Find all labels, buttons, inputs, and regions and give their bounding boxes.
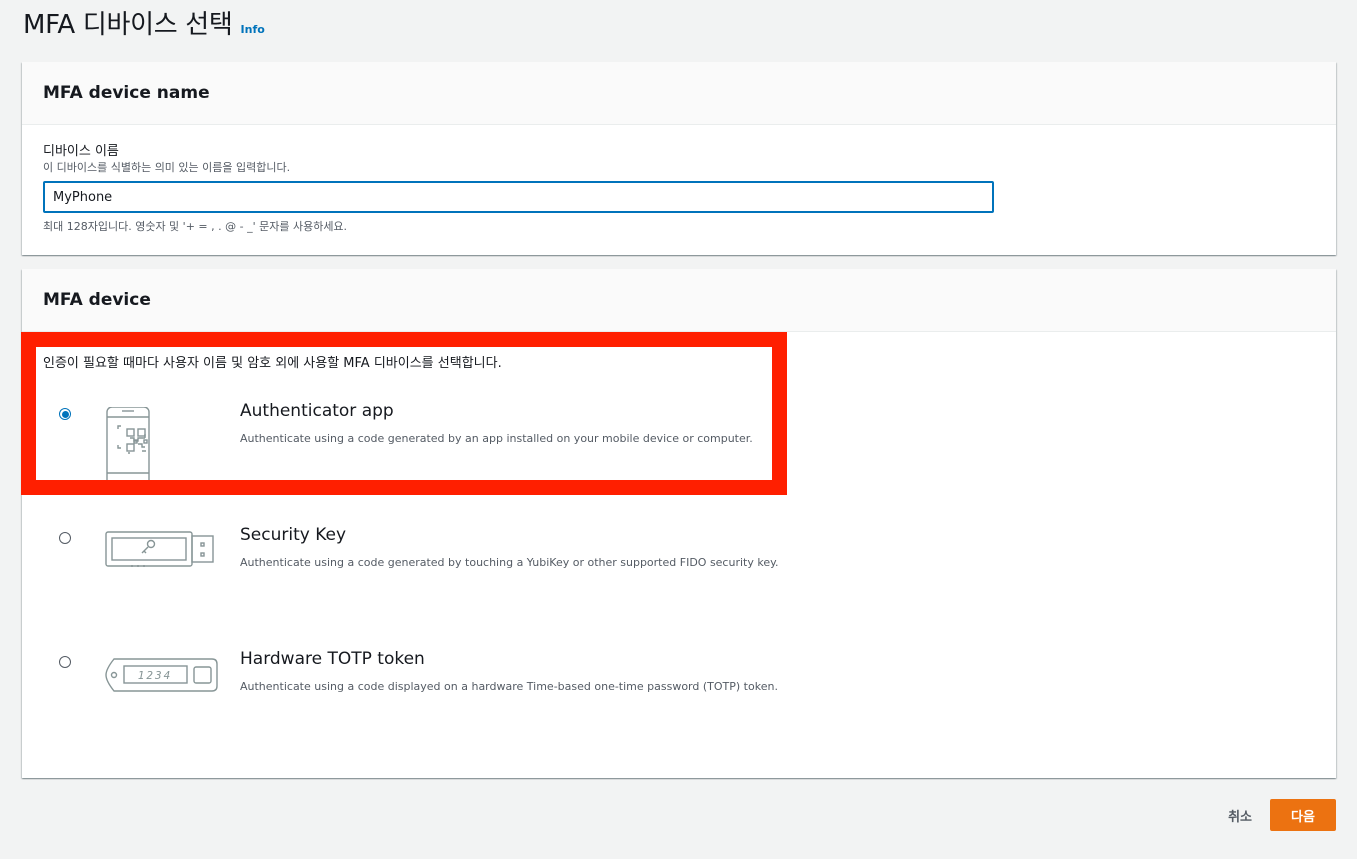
- option-authenticator-app[interactable]: Authenticator app Authenticate using a c…: [22, 401, 1336, 517]
- device-name-constraint: 최대 128자입니다. 영숫자 및 '+ = , . @ - _' 문자를 사용…: [43, 220, 348, 233]
- mfa-device-panel: MFA device 인증이 필요할 때마다 사용자 이름 및 암호 외에 사용…: [22, 269, 1336, 778]
- cancel-button[interactable]: 취소: [1210, 799, 1270, 831]
- panel-title: MFA device: [43, 290, 151, 310]
- mfa-device-name-panel: MFA device name 디바이스 이름 이 디바이스를 식별하는 의미 …: [22, 62, 1336, 255]
- radio-authenticator-app[interactable]: [59, 408, 71, 420]
- panel-header: MFA device name: [22, 62, 1336, 125]
- device-name-label: 디바이스 이름: [43, 144, 119, 159]
- option-hardware-totp-token[interactable]: 1234 Hardware TOTP token Authenticate us…: [22, 649, 1336, 765]
- next-button[interactable]: 다음: [1270, 799, 1336, 831]
- panel-title: MFA device name: [43, 83, 210, 103]
- page-title: MFA 디바이스 선택: [23, 10, 233, 40]
- page-header: MFA 디바이스 선택 Info: [23, 4, 265, 41]
- option-description: Authenticate using a code generated by a…: [240, 432, 753, 445]
- token-display-digits: 1234: [138, 669, 173, 682]
- security-key-icon: [104, 531, 216, 575]
- device-name-description: 이 디바이스를 식별하는 의미 있는 이름을 입력합니다.: [43, 161, 291, 174]
- option-description: Authenticate using a code generated by t…: [240, 556, 779, 569]
- mfa-device-description: 인증이 필요할 때마다 사용자 이름 및 암호 외에 사용할 MFA 디바이스를…: [43, 356, 502, 371]
- authenticator-app-icon: [104, 406, 164, 491]
- option-title: Authenticator app: [240, 401, 394, 421]
- device-name-field: 디바이스 이름 이 디바이스를 식별하는 의미 있는 이름을 입력합니다. 최대…: [43, 144, 994, 234]
- panel-header: MFA device: [22, 269, 1336, 332]
- option-title: Security Key: [240, 525, 347, 545]
- hardware-token-icon: 1234: [104, 655, 220, 699]
- info-link[interactable]: Info: [241, 23, 265, 36]
- radio-hardware-totp-token[interactable]: [59, 656, 71, 668]
- option-title: Hardware TOTP token: [240, 649, 425, 669]
- device-name-input[interactable]: [43, 181, 994, 213]
- option-security-key[interactable]: Security Key Authenticate using a code g…: [22, 525, 1336, 641]
- form-actions: 취소 다음: [1210, 799, 1336, 831]
- radio-security-key[interactable]: [59, 532, 71, 544]
- option-description: Authenticate using a code displayed on a…: [240, 680, 778, 693]
